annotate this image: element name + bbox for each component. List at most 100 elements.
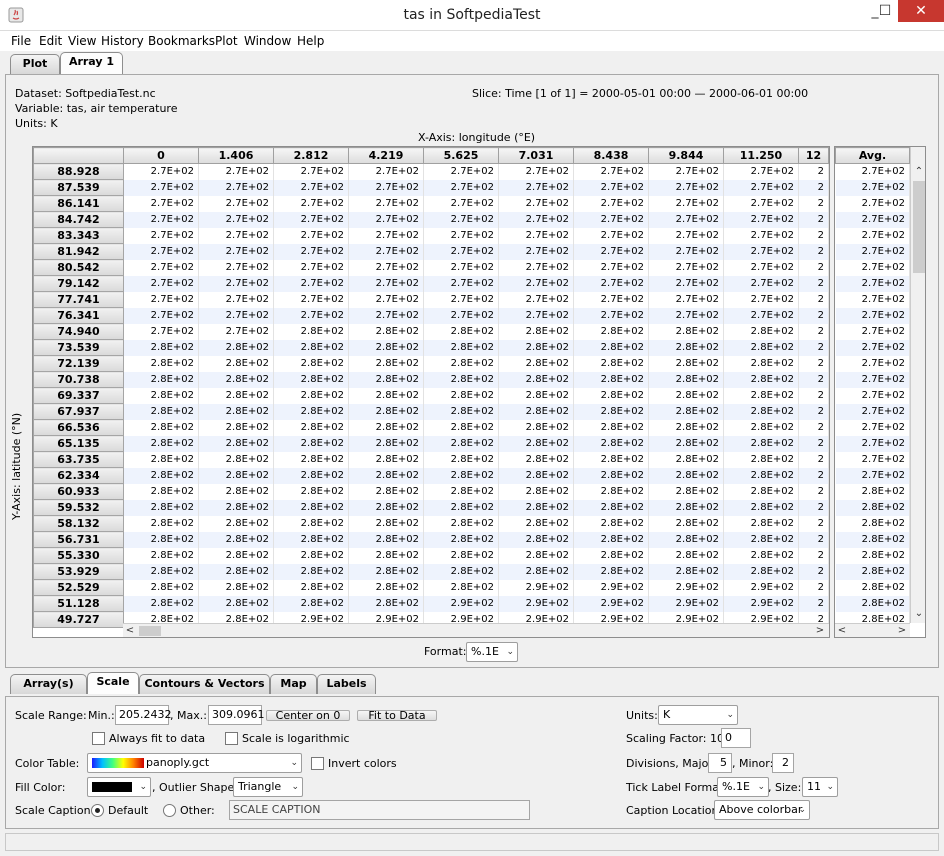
avg-cell[interactable]: 2.8E+02 (835, 499, 910, 516)
table-cell[interactable]: 2.8E+02 (723, 451, 799, 468)
table-cell[interactable]: 2.7E+02 (648, 259, 724, 276)
table-cell[interactable]: 2.8E+02 (123, 355, 199, 372)
table-cell[interactable]: 2.8E+02 (423, 531, 499, 548)
table-cell[interactable]: 2.7E+02 (498, 195, 574, 212)
table-cell[interactable]: 2.7E+02 (348, 275, 424, 292)
avg-cell[interactable]: 2.7E+02 (835, 275, 910, 292)
table-cell[interactable]: 2.7E+02 (723, 307, 799, 324)
avg-cell[interactable]: 2.8E+02 (835, 483, 910, 500)
table-cell[interactable]: 2.8E+02 (573, 387, 649, 404)
table-cell[interactable]: 2.7E+02 (123, 275, 199, 292)
table-cell[interactable]: 2.8E+02 (723, 371, 799, 388)
table-cell[interactable]: 2.8E+02 (123, 403, 199, 420)
table-cell[interactable]: 2 (798, 531, 829, 548)
avg-cell[interactable]: 2.7E+02 (835, 227, 910, 244)
table-cell[interactable]: 2.7E+02 (423, 211, 499, 228)
table-cell[interactable]: 2.7E+02 (198, 179, 274, 196)
table-cell[interactable]: 2.7E+02 (648, 291, 724, 308)
avg-cell[interactable]: 2.7E+02 (835, 339, 910, 356)
table-cell[interactable]: 2.8E+02 (498, 403, 574, 420)
table-cell[interactable]: 2.8E+02 (423, 419, 499, 436)
table-cell[interactable]: 2.7E+02 (498, 179, 574, 196)
table-cell[interactable]: 2.8E+02 (573, 563, 649, 580)
table-cell[interactable]: 2.8E+02 (723, 403, 799, 420)
table-cell[interactable]: 2.8E+02 (498, 499, 574, 516)
table-cell[interactable]: 2.7E+02 (348, 211, 424, 228)
table-cell[interactable]: 2.7E+02 (423, 227, 499, 244)
table-cell[interactable]: 2.7E+02 (273, 259, 349, 276)
horizontal-scrollbar[interactable]: < > (123, 623, 829, 637)
table-cell[interactable]: 2.8E+02 (423, 483, 499, 500)
table-cell[interactable]: 2.7E+02 (723, 275, 799, 292)
table-cell[interactable]: 2.7E+02 (273, 275, 349, 292)
table-cell[interactable]: 2.8E+02 (648, 451, 724, 468)
table-cell[interactable]: 2.8E+02 (573, 451, 649, 468)
table-cell[interactable]: 2.8E+02 (348, 483, 424, 500)
table-cell[interactable]: 2.7E+02 (723, 163, 799, 180)
table-cell[interactable]: 2.7E+02 (198, 211, 274, 228)
table-cell[interactable]: 2.8E+02 (573, 515, 649, 532)
table-cell[interactable]: 2.7E+02 (498, 163, 574, 180)
table-cell[interactable]: 2.7E+02 (723, 179, 799, 196)
table-cell[interactable]: 2.7E+02 (123, 307, 199, 324)
table-cell[interactable]: 2.7E+02 (123, 179, 199, 196)
table-cell[interactable]: 2.8E+02 (423, 579, 499, 596)
table-cell[interactable]: 2.7E+02 (573, 211, 649, 228)
table-cell[interactable]: 2.8E+02 (648, 403, 724, 420)
avg-cell[interactable]: 2.7E+02 (835, 467, 910, 484)
table-cell[interactable]: 2.8E+02 (123, 451, 199, 468)
table-cell[interactable]: 2.8E+02 (423, 467, 499, 484)
avg-cell[interactable]: 2.7E+02 (835, 291, 910, 308)
table-cell[interactable]: 2 (798, 211, 829, 228)
table-cell[interactable]: 2.7E+02 (498, 291, 574, 308)
table-cell[interactable]: 2.8E+02 (723, 547, 799, 564)
menu-plot[interactable]: Plot (215, 34, 238, 48)
table-cell[interactable]: 2.8E+02 (348, 579, 424, 596)
table-cell[interactable]: 2.7E+02 (198, 323, 274, 340)
table-cell[interactable]: 2.9E+02 (573, 579, 649, 596)
units-select[interactable]: K ⌄ (658, 705, 738, 725)
center-on-zero-button[interactable]: Center on 0 (266, 710, 350, 721)
table-cell[interactable]: 2.8E+02 (498, 419, 574, 436)
format-select[interactable]: %.1E ⌄ (466, 642, 518, 662)
table-cell[interactable]: 2.7E+02 (348, 243, 424, 260)
table-cell[interactable]: 2.9E+02 (573, 595, 649, 612)
table-cell[interactable]: 2.8E+02 (573, 339, 649, 356)
table-cell[interactable]: 2 (798, 547, 829, 564)
menu-bookmarks[interactable]: Bookmarks (148, 34, 215, 48)
scroll-up-icon[interactable]: ⌃ (912, 165, 925, 179)
table-cell[interactable]: 2.7E+02 (573, 243, 649, 260)
table-cell[interactable]: 2.8E+02 (573, 531, 649, 548)
table-cell[interactable]: 2 (798, 419, 829, 436)
table-cell[interactable]: 2.8E+02 (123, 547, 199, 564)
table-cell[interactable]: 2.8E+02 (423, 355, 499, 372)
scroll-left-icon[interactable]: < (123, 624, 137, 637)
table-cell[interactable]: 2.8E+02 (498, 531, 574, 548)
table-cell[interactable]: 2.8E+02 (123, 435, 199, 452)
table-cell[interactable]: 2.8E+02 (273, 515, 349, 532)
table-cell[interactable]: 2.7E+02 (573, 227, 649, 244)
table-cell[interactable]: 2 (798, 515, 829, 532)
table-cell[interactable]: 2.7E+02 (573, 291, 649, 308)
table-cell[interactable]: 2.8E+02 (648, 515, 724, 532)
table-cell[interactable]: 2.7E+02 (573, 275, 649, 292)
table-cell[interactable]: 2.8E+02 (198, 435, 274, 452)
caption-location-select[interactable]: Above colorbar ⌄ (714, 800, 810, 820)
tab-scale[interactable]: Scale (87, 672, 139, 694)
avg-cell[interactable]: 2.8E+02 (835, 579, 910, 596)
table-cell[interactable]: 2.8E+02 (423, 435, 499, 452)
scroll-thumb[interactable] (139, 626, 161, 636)
table-cell[interactable]: 2.7E+02 (573, 163, 649, 180)
tab-array-1[interactable]: Array 1 (60, 52, 123, 74)
default-radio[interactable] (91, 804, 104, 817)
table-cell[interactable]: 2.8E+02 (273, 595, 349, 612)
table-cell[interactable]: 2.8E+02 (273, 355, 349, 372)
table-cell[interactable]: 2.7E+02 (123, 227, 199, 244)
table-cell[interactable]: 2 (798, 195, 829, 212)
table-cell[interactable]: 2.7E+02 (273, 211, 349, 228)
table-cell[interactable]: 2.7E+02 (723, 195, 799, 212)
table-cell[interactable]: 2.7E+02 (273, 291, 349, 308)
table-cell[interactable]: 2.7E+02 (348, 227, 424, 244)
tab-arrays[interactable]: Array(s) (10, 674, 87, 694)
table-cell[interactable]: 2.8E+02 (348, 547, 424, 564)
